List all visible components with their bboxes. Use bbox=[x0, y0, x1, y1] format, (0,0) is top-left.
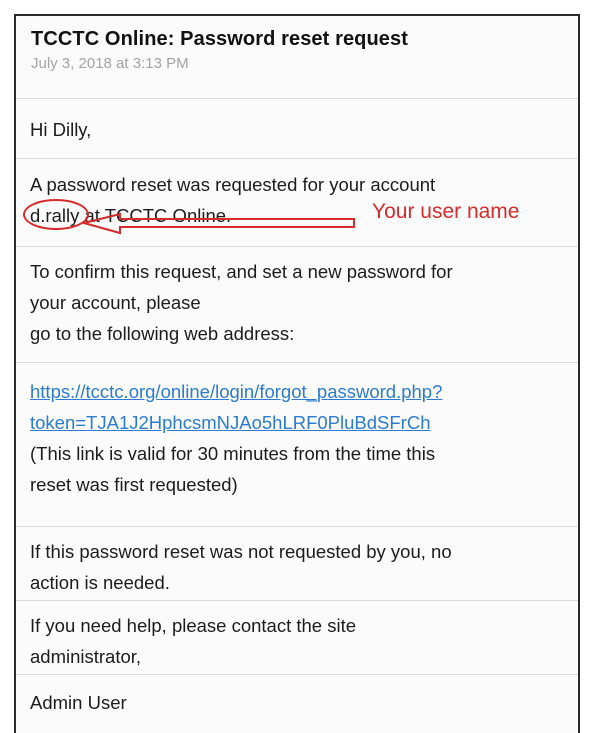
help-line-1: If you need help, please contact the sit… bbox=[30, 615, 357, 636]
email-frame: TCCTC Online: Password reset request Jul… bbox=[14, 14, 580, 733]
divider bbox=[16, 674, 578, 675]
valid-line-1: (This link is valid for 30 minutes from … bbox=[30, 443, 436, 464]
annotation-arrow-icon bbox=[80, 212, 355, 235]
link-paragraph: https://tcctc.org/online/login/forgot_pa… bbox=[30, 376, 568, 500]
divider bbox=[16, 362, 578, 363]
greeting-text: Hi Dilly, bbox=[30, 119, 92, 140]
confirm-line-1: To confirm this request, and set a new p… bbox=[30, 261, 453, 282]
confirm-line-2: your account, please bbox=[30, 292, 201, 313]
confirm-line-3: go to the following web address: bbox=[30, 323, 295, 344]
email-date: July 3, 2018 at 3:13 PM bbox=[31, 55, 189, 72]
username-highlight-circle bbox=[23, 199, 89, 230]
help-paragraph: If you need help, please contact the sit… bbox=[30, 610, 568, 672]
reset-link-line-1[interactable]: https://tcctc.org/online/login/forgot_pa… bbox=[30, 376, 568, 407]
confirm-paragraph: To confirm this request, and set a new p… bbox=[30, 256, 568, 349]
not-requested-line-2: action is needed. bbox=[30, 572, 170, 593]
divider bbox=[16, 98, 578, 99]
help-line-2: administrator, bbox=[30, 646, 142, 667]
annotation-label: Your user name bbox=[372, 200, 520, 223]
divider bbox=[16, 526, 578, 527]
divider bbox=[16, 246, 578, 247]
username-text: d.rally bbox=[23, 199, 89, 231]
not-requested-line-1: If this password reset was not requested… bbox=[30, 541, 452, 562]
signature: Admin User bbox=[30, 687, 568, 718]
divider bbox=[16, 158, 578, 159]
valid-line-2: reset was first requested) bbox=[30, 474, 238, 495]
divider bbox=[16, 600, 578, 601]
not-requested-paragraph: If this password reset was not requested… bbox=[30, 536, 568, 598]
signature-text: Admin User bbox=[30, 692, 127, 713]
email-subject: TCCTC Online: Password reset request bbox=[31, 28, 409, 50]
greeting: Hi Dilly, bbox=[30, 114, 568, 145]
reset-link-line-2[interactable]: token=TJA1J2HphcsmNJAo5hLRF0PluBdSFrCh bbox=[30, 407, 568, 438]
email-header: TCCTC Online: Password reset request Jul… bbox=[16, 16, 578, 98]
reset-line-1: A password reset was requested for your … bbox=[30, 174, 436, 195]
